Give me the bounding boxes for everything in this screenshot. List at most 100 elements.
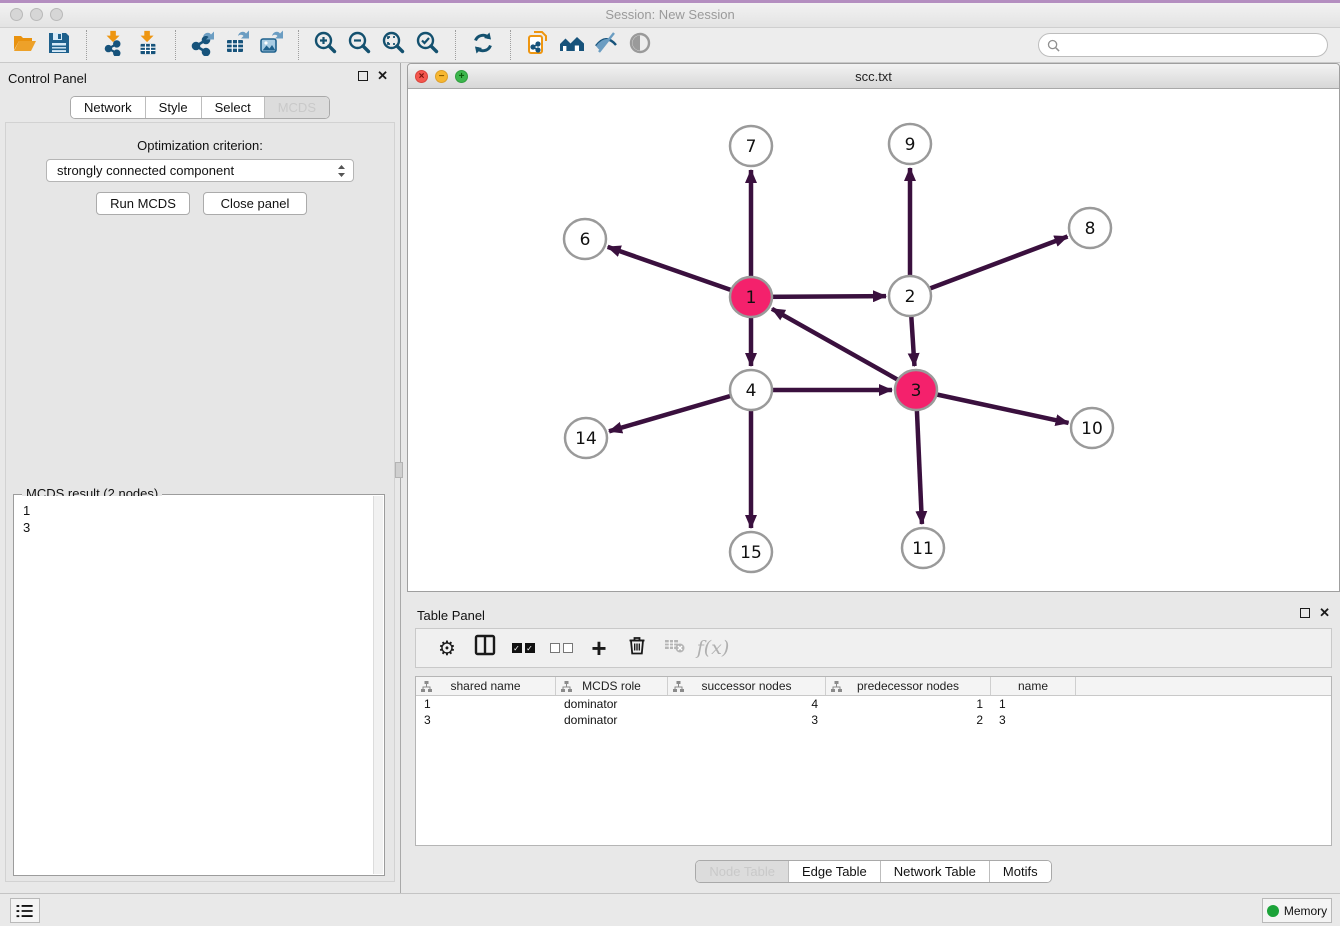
zoom-out-button[interactable] <box>343 30 377 60</box>
delete-column-button[interactable] <box>618 632 656 664</box>
refresh-icon <box>470 30 496 61</box>
function-builder-button[interactable]: f(x) <box>694 632 732 664</box>
table-cell[interactable]: 3 <box>416 712 556 728</box>
graph-node-15[interactable]: 15 <box>730 532 772 572</box>
hide-annotations-button[interactable] <box>589 30 623 60</box>
homes-icon <box>559 30 585 61</box>
open-session-button[interactable] <box>8 30 42 60</box>
column-header-predecessor-nodes[interactable]: predecessor nodes <box>826 677 991 695</box>
svg-text:1: 1 <box>746 288 757 308</box>
zoom-selected-icon <box>415 30 441 61</box>
save-session-button[interactable] <box>42 30 76 60</box>
svg-text:15: 15 <box>740 543 762 563</box>
graph-node-9[interactable]: 9 <box>889 124 931 164</box>
eye-disabled-icon <box>627 30 653 61</box>
tab-mcds[interactable]: MCDS <box>265 97 329 118</box>
hierarchy-icon <box>561 681 572 695</box>
optimization-criterion-label: Optimization criterion: <box>6 138 394 153</box>
graph-edge-1-6[interactable] <box>608 247 751 297</box>
close-panel-icon[interactable]: ✕ <box>377 71 388 81</box>
graph-node-3[interactable]: 3 <box>895 370 937 410</box>
graph-node-1[interactable]: 1 <box>730 277 772 317</box>
graph-node-6[interactable]: 6 <box>564 219 606 259</box>
tab-edge-table[interactable]: Edge Table <box>789 861 881 882</box>
show-annotations-button[interactable] <box>623 30 657 60</box>
zoom-in-icon <box>313 30 339 61</box>
graph-node-14[interactable]: 14 <box>565 418 607 458</box>
criterion-select[interactable]: strongly connected component <box>46 159 354 182</box>
result-scrollbar[interactable] <box>373 496 383 874</box>
run-mcds-button[interactable]: Run MCDS <box>96 192 190 215</box>
search-box <box>1038 33 1328 57</box>
control-panel: Control Panel ✕ Network Style Select MCD… <box>0 63 401 893</box>
table-header-row: shared name MCDS role successor nodes pr… <box>416 677 1331 696</box>
table-cell[interactable]: 4 <box>668 696 826 712</box>
node-table-body: 1dominator4113dominator323 <box>416 696 1331 728</box>
export-network-button[interactable] <box>186 30 220 60</box>
column-header-successor-nodes[interactable]: successor nodes <box>668 677 826 695</box>
graph-edge-3-1[interactable] <box>772 309 916 390</box>
panel-splitter-handle[interactable] <box>395 462 403 478</box>
duplicate-network-button[interactable] <box>521 30 555 60</box>
svg-text:8: 8 <box>1085 219 1096 239</box>
network-view-titlebar[interactable]: × − + scc.txt <box>408 64 1339 89</box>
table-settings-button[interactable]: ⚙ <box>428 632 466 664</box>
deselect-all-rows-button[interactable] <box>542 632 580 664</box>
graph-edge-3-10[interactable] <box>916 390 1069 423</box>
column-header-name[interactable]: name <box>991 677 1076 695</box>
graph-edge-2-8[interactable] <box>910 236 1068 296</box>
zoom-fit-button[interactable] <box>377 30 411 60</box>
mcds-result-list[interactable]: 1 3 <box>15 496 373 874</box>
import-network-button[interactable] <box>97 30 131 60</box>
graph-node-7[interactable]: 7 <box>730 126 772 166</box>
graph-node-2[interactable]: 2 <box>889 276 931 316</box>
zoom-selected-button[interactable] <box>411 30 445 60</box>
memory-label: Memory <box>1284 904 1327 918</box>
add-column-button[interactable]: + <box>580 632 618 664</box>
zoom-in-button[interactable] <box>309 30 343 60</box>
table-cell[interactable]: dominator <box>556 696 668 712</box>
tab-style[interactable]: Style <box>146 97 202 118</box>
svg-text:9: 9 <box>905 135 916 155</box>
table-cell[interactable]: 1 <box>826 696 991 712</box>
search-input[interactable] <box>1060 35 1327 55</box>
tab-node-table[interactable]: Node Table <box>696 861 789 882</box>
memory-button[interactable]: Memory <box>1262 898 1332 923</box>
table-cell[interactable]: 1 <box>416 696 556 712</box>
close-table-panel-icon[interactable]: ✕ <box>1319 608 1330 618</box>
close-panel-button[interactable]: Close panel <box>203 192 307 215</box>
table-cell[interactable]: 3 <box>991 712 1076 728</box>
table-cell[interactable]: 1 <box>991 696 1076 712</box>
graph-node-8[interactable]: 8 <box>1069 208 1111 248</box>
column-header-mcds-role[interactable]: MCDS role <box>556 677 668 695</box>
refresh-button[interactable] <box>466 30 500 60</box>
network-canvas[interactable]: 7 9 6 8 1 2 4 3 14 10 15 11 <box>408 89 1339 591</box>
float-panel-icon[interactable] <box>358 71 368 81</box>
table-row[interactable]: 1dominator411 <box>416 696 1331 712</box>
tab-select[interactable]: Select <box>202 97 265 118</box>
column-header-shared-name[interactable]: shared name <box>416 677 556 695</box>
graph-node-4[interactable]: 4 <box>730 370 772 410</box>
main-toolbar <box>0 28 1340 63</box>
export-table-button[interactable] <box>220 30 254 60</box>
table-panel-title: Table Panel <box>417 608 485 623</box>
table-cell[interactable]: 3 <box>668 712 826 728</box>
select-columns-button[interactable] <box>466 632 504 664</box>
unchecked-boxes-icon <box>550 643 573 653</box>
table-cell[interactable]: dominator <box>556 712 668 728</box>
export-image-button[interactable] <box>254 30 288 60</box>
table-cell[interactable]: 2 <box>826 712 991 728</box>
delete-table-button[interactable] <box>656 632 694 664</box>
task-history-button[interactable] <box>10 898 40 923</box>
home-button[interactable] <box>555 30 589 60</box>
graph-node-11[interactable]: 11 <box>902 528 944 568</box>
tab-network[interactable]: Network <box>71 97 146 118</box>
tab-network-table[interactable]: Network Table <box>881 861 990 882</box>
select-all-rows-button[interactable]: ✓✓ <box>504 632 542 664</box>
tab-motifs[interactable]: Motifs <box>990 861 1051 882</box>
graph-node-10[interactable]: 10 <box>1071 408 1113 448</box>
delete-table-icon <box>664 634 686 662</box>
float-table-panel-icon[interactable] <box>1300 608 1310 618</box>
import-table-button[interactable] <box>131 30 165 60</box>
table-row[interactable]: 3dominator323 <box>416 712 1331 728</box>
